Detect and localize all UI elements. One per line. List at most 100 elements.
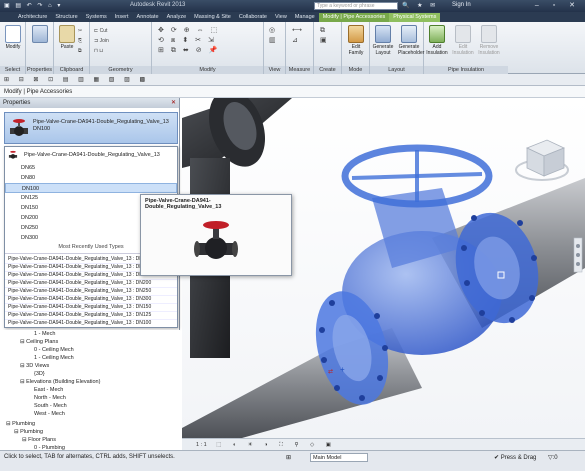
flip-control-icon[interactable]: ⇄ [328,368,333,375]
browser-node[interactable]: West - Mech [34,410,65,418]
status-message: Click to select, TAB for alternates, CTR… [4,454,175,460]
edit-insulation-icon [455,25,471,43]
edit-insulation-button[interactable]: Edit Insulation [452,25,474,56]
toolbar-icons[interactable]: ⊞ ⊟ ⊠ ⊡ ▤ ▥ ▦ ▧ ▨ ▩ [4,77,149,83]
tab-massing-site[interactable]: Massing & Site [190,13,235,22]
properties-button[interactable] [29,25,51,44]
browser-node-label: 3D Views [26,363,50,369]
type-selector-name: Pipe-Valve-Crane-DA941-Double_Regulating… [33,119,169,133]
selection-filter[interactable]: ▽:0 [548,454,558,461]
tab-manage[interactable]: Manage [291,13,319,22]
active-model-select[interactable]: Main Model [310,453,368,462]
mode-panel: Edit Family Mode [342,22,370,74]
browser-node[interactable]: 0 - Ceiling Mech [34,346,74,354]
tab-view[interactable]: View [271,13,291,22]
clipboard-panel: Paste ✂ ⎘ ⧉ Clipboard [54,22,90,74]
tab-architecture[interactable]: Architecture [14,13,51,22]
options-bar: Modify | Pipe Accessories [0,86,585,98]
view-panel-label: View [264,66,285,74]
add-connector-icon[interactable]: + [340,365,345,374]
close-icon[interactable]: ✕ [171,98,176,108]
modify-tools[interactable]: ✥⟳⊕⇔⬚ ⟲⧈⬍✂⇲ ⊞⧉⬌⊘📌 [158,26,224,56]
browser-node[interactable]: ⊟ Elevations (Building Elevation) [20,378,100,386]
browser-node[interactable]: ⊟ Floor Plans [22,436,56,444]
window-title: Autodesk Revit 2013 [130,2,186,8]
viewcube[interactable] [515,139,569,181]
sign-in-link[interactable]: Sign In [452,2,471,8]
edit-family-button[interactable]: Edit Family [345,25,367,56]
browser-node[interactable]: ⊟ Plumbing [6,420,35,428]
clipboard-small-buttons[interactable]: ✂ ⎘ ⧉ [78,26,82,56]
view-control-icons[interactable]: ⬚ ◐ ☀ ◑ ⛶ ⚲ ◇ ▣ [216,442,336,448]
browser-node-label: Plumbing [12,421,36,427]
paste-button[interactable]: Paste [56,25,78,50]
browser-node[interactable]: ⊟ Plumbing [14,428,43,436]
tab-structure[interactable]: Structure [51,13,81,22]
family-name: Pipe-Valve-Crane-DA941-Double_Regulating… [24,152,160,158]
browser-node[interactable]: ⊟ Ceiling Plans [20,338,58,346]
cope-icon[interactable]: ⊏ [94,28,98,34]
view-tools[interactable]: ◎ ▥ [269,26,276,46]
cut-label[interactable]: Cut [100,28,108,34]
properties-icon [32,25,48,43]
measure-panel-label: Measure [286,66,313,74]
tab-annotate[interactable]: Annotate [133,13,163,22]
browser-node[interactable]: {3D} [34,370,45,378]
geometry-tools[interactable]: ⊏ Cut ⊐ Join ⊓ ⊔ [94,26,109,56]
create-tools[interactable]: ⧉ ▣ [320,26,327,46]
project-browser: 1 - Mech ⊟ Ceiling Plans 0 - Ceiling Mec… [0,330,180,451]
window-controls[interactable]: – ▫ ✕ [535,1,581,9]
infocenter-icons[interactable]: 🔍 ★ ✉ [402,2,438,9]
status-bar: Click to select, TAB for alternates, CTR… [0,450,585,471]
paste-label: Paste [60,44,74,50]
browser-node[interactable]: 1 - Ceiling Mech [34,354,74,362]
press-drag-toggle[interactable]: ✔ Press & Drag [494,454,536,461]
browser-node[interactable]: ⊟ 3D Views [20,362,49,370]
generate-placeholder-button[interactable]: Generate Placeholder [398,25,424,56]
add-insulation-button[interactable]: Add Insulation [426,25,448,56]
modify-button[interactable]: Modify [2,25,24,50]
generate-layout-label: Generate Layout [372,44,394,56]
join-label[interactable]: Join [100,38,109,44]
measure-tools[interactable]: ⟷ ⊿ [292,26,302,46]
modify-label: Modify [5,44,21,50]
tab-analyze[interactable]: Analyze [163,13,191,22]
size-option-selected[interactable]: DN100 [5,183,177,193]
valve-preview-image [194,221,238,259]
browser-node[interactable]: North - Mech [34,394,66,402]
type-selector[interactable]: Pipe-Valve-Crane-DA941-Double_Regulating… [4,112,178,144]
workset-icon[interactable]: ⊞ [286,454,291,461]
remove-insulation-label: Remove Insulation [478,44,500,56]
browser-node[interactable]: 1 - Mech [34,330,55,338]
wall-join-icon[interactable]: ⊓ ⊔ [94,48,103,54]
size-option[interactable]: DN80 [5,173,177,183]
tab-systems[interactable]: Systems [82,13,111,22]
join-icon[interactable]: ⊐ [94,38,98,44]
edit-family-icon [348,25,364,43]
tab-collaborate[interactable]: Collaborate [235,13,271,22]
tab-physical-systems[interactable]: Physical Systems [389,13,441,22]
search-input[interactable]: Type a keyword or phrase [314,2,398,10]
quick-access-toolbar[interactable]: ▣ ▤ ↶ ↷ ⌂ ▾ [4,2,62,9]
tab-insert[interactable]: Insert [111,13,133,22]
selection-count: :0 [552,455,558,461]
paste-icon [59,25,75,43]
cursor-icon [5,25,21,43]
generate-layout-button[interactable]: Generate Layout [372,25,394,56]
remove-insulation-button[interactable]: Remove Insulation [478,25,500,56]
ribbon: Modify Select Properties Paste ✂ ⎘ ⧉ Clipb… [0,22,585,74]
size-option[interactable]: DN65 [5,163,177,173]
browser-node[interactable]: East - Mech [34,386,63,394]
mode-panel-label: Mode [342,66,369,74]
measure-panel: ⟷ ⊿ Measure [286,22,314,74]
layout-panel: Generate Layout Generate Placeholder Lay… [370,22,424,74]
browser-node[interactable]: South - Mech [34,402,67,410]
add-insulation-label: Add Insulation [426,44,448,56]
recent-type-item[interactable]: Pipe-Valve-Crane-DA941-Double_Regulating… [5,318,177,328]
view-scale[interactable]: 1 : 1 [196,442,207,448]
generate-placeholder-label: Generate Placeholder [398,44,425,56]
pipe-insulation-panel-label: Pipe Insulation [424,66,508,74]
edit-insulation-label: Edit Insulation [452,44,474,56]
navigation-bar[interactable] [573,237,583,273]
tab-modify-pipe-accessories[interactable]: Modify | Pipe Accessories [318,13,390,22]
